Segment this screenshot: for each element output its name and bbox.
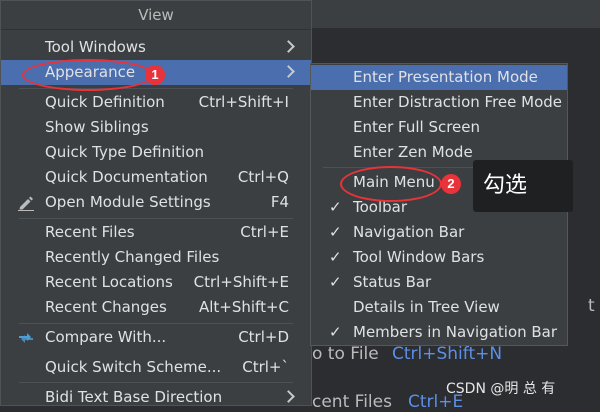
compare-icon bbox=[19, 333, 33, 343]
chevron-right-icon bbox=[282, 65, 295, 78]
menu-item-recent-locations[interactable]: Recent Locations Ctrl+Shift+E bbox=[1, 270, 311, 295]
bg-goto-file: o to File bbox=[312, 344, 379, 364]
submenu-item-label: Enter Presentation Mode bbox=[353, 68, 538, 86]
menu-item-label: Show Siblings bbox=[45, 118, 149, 136]
highlight-ellipse-main-menu bbox=[340, 166, 442, 202]
menu-item-label: Recently Changed Files bbox=[45, 248, 220, 266]
menu-item-shortcut: Ctrl+E bbox=[240, 223, 289, 241]
menu-item-quick-switch-scheme[interactable]: Quick Switch Scheme... Ctrl+` bbox=[1, 355, 311, 380]
checkmark-icon: ✓ bbox=[329, 248, 342, 266]
menu-item-bidi-text-base-direction[interactable]: Bidi Text Base Direction bbox=[1, 385, 311, 410]
checkmark-icon: ✓ bbox=[329, 323, 342, 341]
submenu-item-label: Enter Full Screen bbox=[353, 118, 481, 136]
chevron-right-icon bbox=[282, 40, 295, 53]
menu-separator bbox=[19, 218, 293, 219]
menu-item-shortcut: Alt+Shift+C bbox=[198, 298, 289, 316]
menu-item-recent-changes[interactable]: Recent Changes Alt+Shift+C bbox=[1, 295, 311, 320]
menu-item-recently-changed-files[interactable]: Recently Changed Files bbox=[1, 245, 311, 270]
step-badge-1: 1 bbox=[145, 65, 165, 85]
menu-item-recent-files[interactable]: Recent Files Ctrl+E bbox=[1, 220, 311, 245]
menu-item-show-siblings[interactable]: Show Siblings bbox=[1, 115, 311, 140]
checkmark-icon: ✓ bbox=[329, 223, 342, 241]
menu-item-label: Quick Documentation bbox=[45, 168, 208, 186]
menu-item-label: Quick Type Definition bbox=[45, 143, 205, 161]
submenu-item-label: Navigation Bar bbox=[353, 223, 465, 241]
view-menu: View Tool Windows Appearance Quick Defin… bbox=[0, 0, 312, 406]
menu-item-label: Recent Files bbox=[45, 223, 135, 241]
submenu-item-enter-presentation-mode[interactable]: Enter Presentation Mode bbox=[311, 65, 567, 90]
menu-item-quick-definition[interactable]: Quick Definition Ctrl+Shift+I bbox=[1, 90, 311, 115]
menu-item-label: Tool Windows bbox=[45, 38, 146, 56]
menu-item-label: Recent Changes bbox=[45, 298, 167, 316]
checkmark-icon: ✓ bbox=[329, 198, 342, 216]
menu-item-shortcut: Ctrl+Q bbox=[237, 168, 289, 186]
annotation-tooltip: 勾选 bbox=[473, 160, 573, 212]
menu-item-open-module-settings[interactable]: Open Module Settings F4 bbox=[1, 190, 311, 215]
submenu-item-label: Details in Tree View bbox=[353, 298, 500, 316]
submenu-item-label: Enter Zen Mode bbox=[353, 143, 473, 161]
menu-item-quick-type-definition[interactable]: Quick Type Definition bbox=[1, 140, 311, 165]
submenu-item-details-in-tree-view[interactable]: Details in Tree View bbox=[311, 295, 567, 320]
bg-goto-file-shortcut: Ctrl+Shift+N bbox=[392, 344, 503, 364]
menu-item-compare-with[interactable]: Compare With... Ctrl+D bbox=[1, 325, 311, 350]
submenu-item-enter-distraction-free-mode[interactable]: Enter Distraction Free Mode bbox=[311, 90, 567, 115]
highlight-ellipse-appearance bbox=[22, 59, 154, 91]
menu-separator bbox=[19, 382, 293, 383]
checkmark-icon: ✓ bbox=[329, 273, 342, 291]
chevron-right-icon bbox=[282, 390, 295, 403]
menu-item-shortcut: Ctrl+Shift+I bbox=[198, 93, 289, 111]
menu-item-label: Compare With... bbox=[45, 328, 167, 346]
menu-item-shortcut: Ctrl+` bbox=[242, 358, 289, 376]
menu-item-label: Bidi Text Base Direction bbox=[45, 388, 223, 406]
menu-item-tool-windows[interactable]: Tool Windows bbox=[1, 35, 311, 60]
pencil-icon bbox=[18, 196, 34, 211]
menu-item-label: Open Module Settings bbox=[45, 193, 211, 211]
bg-recent-files: cent Files bbox=[312, 392, 392, 412]
submenu-item-label: Members in Navigation Bar bbox=[353, 323, 558, 341]
menu-item-quick-documentation[interactable]: Quick Documentation Ctrl+Q bbox=[1, 165, 311, 190]
menu-item-label: Quick Definition bbox=[45, 93, 165, 111]
watermark: CSDN @明 总 有 bbox=[446, 381, 556, 397]
submenu-item-label: Status Bar bbox=[353, 273, 432, 291]
submenu-item-navigation-bar[interactable]: ✓ Navigation Bar bbox=[311, 220, 567, 245]
menu-separator bbox=[19, 323, 293, 324]
menu-item-label: Recent Locations bbox=[45, 273, 173, 291]
submenu-item-label: Tool Window Bars bbox=[353, 248, 485, 266]
submenu-item-enter-full-screen[interactable]: Enter Full Screen bbox=[311, 115, 567, 140]
submenu-item-status-bar[interactable]: ✓ Status Bar bbox=[311, 270, 567, 295]
submenu-item-label: Enter Distraction Free Mode bbox=[353, 93, 563, 111]
view-menu-title: View bbox=[1, 1, 311, 30]
step-badge-2: 2 bbox=[441, 174, 461, 194]
submenu-item-tool-window-bars[interactable]: ✓ Tool Window Bars bbox=[311, 245, 567, 270]
menu-item-shortcut: Ctrl+Shift+E bbox=[193, 273, 289, 291]
submenu-item-members-in-navigation-bar[interactable]: ✓ Members in Navigation Bar bbox=[311, 320, 567, 345]
menu-item-shortcut: Ctrl+D bbox=[238, 328, 289, 346]
menu-item-shortcut: F4 bbox=[270, 193, 289, 211]
bg-right-t: t bbox=[588, 296, 595, 316]
menu-item-label: Quick Switch Scheme... bbox=[45, 358, 222, 376]
